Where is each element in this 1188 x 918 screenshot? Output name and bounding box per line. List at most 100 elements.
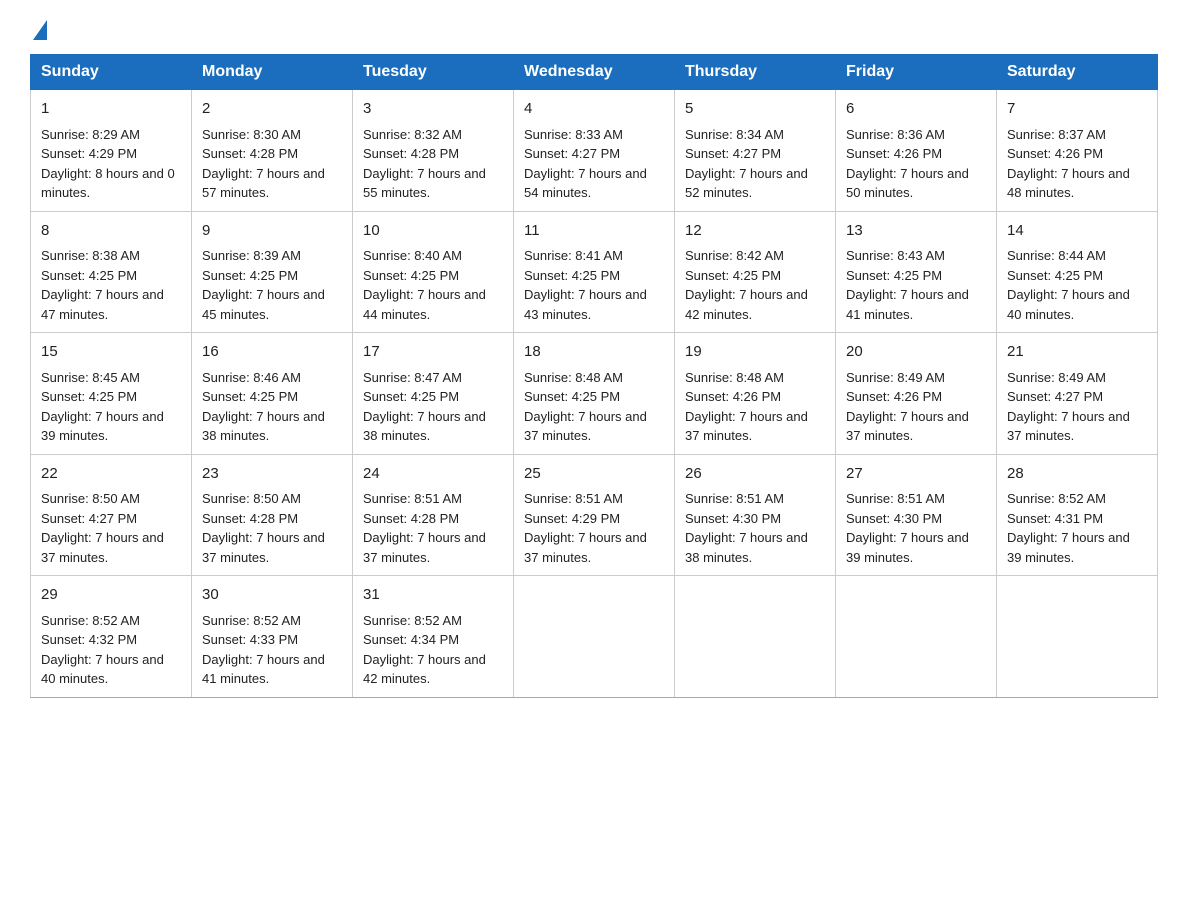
sunset-label: Sunset: 4:28 PM xyxy=(202,146,298,161)
logo xyxy=(30,20,47,38)
sunrise-label: Sunrise: 8:52 AM xyxy=(202,613,301,628)
calendar-day-header: Saturday xyxy=(997,55,1158,90)
day-number: 6 xyxy=(846,98,986,121)
sunrise-label: Sunrise: 8:40 AM xyxy=(363,248,462,263)
daylight-label: Daylight: 7 hours and 42 minutes. xyxy=(363,652,486,687)
calendar-day-header: Sunday xyxy=(31,55,192,90)
calendar-cell: 8 Sunrise: 8:38 AM Sunset: 4:25 PM Dayli… xyxy=(31,211,192,333)
daylight-label: Daylight: 7 hours and 37 minutes. xyxy=(685,409,808,444)
calendar-cell: 5 Sunrise: 8:34 AM Sunset: 4:27 PM Dayli… xyxy=(675,90,836,212)
calendar-cell: 9 Sunrise: 8:39 AM Sunset: 4:25 PM Dayli… xyxy=(192,211,353,333)
sunset-label: Sunset: 4:33 PM xyxy=(202,632,298,647)
daylight-label: Daylight: 7 hours and 52 minutes. xyxy=(685,166,808,201)
calendar-week-row: 29 Sunrise: 8:52 AM Sunset: 4:32 PM Dayl… xyxy=(31,576,1158,698)
daylight-label: Daylight: 7 hours and 41 minutes. xyxy=(202,652,325,687)
calendar-cell: 30 Sunrise: 8:52 AM Sunset: 4:33 PM Dayl… xyxy=(192,576,353,698)
daylight-label: Daylight: 7 hours and 47 minutes. xyxy=(41,287,164,322)
sunset-label: Sunset: 4:27 PM xyxy=(685,146,781,161)
page-header xyxy=(30,20,1158,38)
calendar-cell: 31 Sunrise: 8:52 AM Sunset: 4:34 PM Dayl… xyxy=(353,576,514,698)
day-number: 30 xyxy=(202,584,342,607)
daylight-label: Daylight: 7 hours and 40 minutes. xyxy=(1007,287,1130,322)
calendar-cell: 21 Sunrise: 8:49 AM Sunset: 4:27 PM Dayl… xyxy=(997,333,1158,455)
calendar-week-row: 1 Sunrise: 8:29 AM Sunset: 4:29 PM Dayli… xyxy=(31,90,1158,212)
calendar-day-header: Friday xyxy=(836,55,997,90)
sunset-label: Sunset: 4:25 PM xyxy=(363,389,459,404)
day-number: 22 xyxy=(41,463,181,486)
sunset-label: Sunset: 4:34 PM xyxy=(363,632,459,647)
daylight-label: Daylight: 7 hours and 50 minutes. xyxy=(846,166,969,201)
calendar-cell: 3 Sunrise: 8:32 AM Sunset: 4:28 PM Dayli… xyxy=(353,90,514,212)
daylight-label: Daylight: 7 hours and 44 minutes. xyxy=(363,287,486,322)
calendar-cell: 29 Sunrise: 8:52 AM Sunset: 4:32 PM Dayl… xyxy=(31,576,192,698)
daylight-label: Daylight: 7 hours and 54 minutes. xyxy=(524,166,647,201)
sunrise-label: Sunrise: 8:37 AM xyxy=(1007,127,1106,142)
daylight-label: Daylight: 7 hours and 37 minutes. xyxy=(363,530,486,565)
sunrise-label: Sunrise: 8:47 AM xyxy=(363,370,462,385)
sunrise-label: Sunrise: 8:49 AM xyxy=(1007,370,1106,385)
day-number: 8 xyxy=(41,220,181,243)
calendar-cell: 26 Sunrise: 8:51 AM Sunset: 4:30 PM Dayl… xyxy=(675,454,836,576)
day-number: 25 xyxy=(524,463,664,486)
sunset-label: Sunset: 4:28 PM xyxy=(202,511,298,526)
calendar-cell: 12 Sunrise: 8:42 AM Sunset: 4:25 PM Dayl… xyxy=(675,211,836,333)
sunset-label: Sunset: 4:25 PM xyxy=(1007,268,1103,283)
sunrise-label: Sunrise: 8:49 AM xyxy=(846,370,945,385)
day-number: 27 xyxy=(846,463,986,486)
calendar-table: SundayMondayTuesdayWednesdayThursdayFrid… xyxy=(30,54,1158,698)
calendar-cell: 6 Sunrise: 8:36 AM Sunset: 4:26 PM Dayli… xyxy=(836,90,997,212)
sunset-label: Sunset: 4:27 PM xyxy=(524,146,620,161)
sunset-label: Sunset: 4:27 PM xyxy=(1007,389,1103,404)
day-number: 13 xyxy=(846,220,986,243)
day-number: 26 xyxy=(685,463,825,486)
daylight-label: Daylight: 7 hours and 41 minutes. xyxy=(846,287,969,322)
day-number: 3 xyxy=(363,98,503,121)
sunset-label: Sunset: 4:25 PM xyxy=(685,268,781,283)
day-number: 12 xyxy=(685,220,825,243)
sunrise-label: Sunrise: 8:30 AM xyxy=(202,127,301,142)
sunrise-label: Sunrise: 8:44 AM xyxy=(1007,248,1106,263)
daylight-label: Daylight: 7 hours and 42 minutes. xyxy=(685,287,808,322)
calendar-cell: 1 Sunrise: 8:29 AM Sunset: 4:29 PM Dayli… xyxy=(31,90,192,212)
calendar-header-row: SundayMondayTuesdayWednesdayThursdayFrid… xyxy=(31,55,1158,90)
sunset-label: Sunset: 4:25 PM xyxy=(41,268,137,283)
sunrise-label: Sunrise: 8:32 AM xyxy=(363,127,462,142)
sunrise-label: Sunrise: 8:51 AM xyxy=(363,491,462,506)
calendar-cell: 18 Sunrise: 8:48 AM Sunset: 4:25 PM Dayl… xyxy=(514,333,675,455)
daylight-label: Daylight: 7 hours and 45 minutes. xyxy=(202,287,325,322)
sunrise-label: Sunrise: 8:48 AM xyxy=(524,370,623,385)
sunset-label: Sunset: 4:30 PM xyxy=(685,511,781,526)
calendar-cell xyxy=(997,576,1158,698)
sunrise-label: Sunrise: 8:51 AM xyxy=(846,491,945,506)
day-number: 31 xyxy=(363,584,503,607)
day-number: 11 xyxy=(524,220,664,243)
daylight-label: Daylight: 7 hours and 37 minutes. xyxy=(1007,409,1130,444)
calendar-day-header: Wednesday xyxy=(514,55,675,90)
daylight-label: Daylight: 7 hours and 39 minutes. xyxy=(846,530,969,565)
calendar-cell: 17 Sunrise: 8:47 AM Sunset: 4:25 PM Dayl… xyxy=(353,333,514,455)
daylight-label: Daylight: 7 hours and 38 minutes. xyxy=(685,530,808,565)
sunrise-label: Sunrise: 8:42 AM xyxy=(685,248,784,263)
sunrise-label: Sunrise: 8:50 AM xyxy=(202,491,301,506)
calendar-cell: 19 Sunrise: 8:48 AM Sunset: 4:26 PM Dayl… xyxy=(675,333,836,455)
daylight-label: Daylight: 7 hours and 48 minutes. xyxy=(1007,166,1130,201)
sunrise-label: Sunrise: 8:36 AM xyxy=(846,127,945,142)
calendar-week-row: 22 Sunrise: 8:50 AM Sunset: 4:27 PM Dayl… xyxy=(31,454,1158,576)
sunset-label: Sunset: 4:25 PM xyxy=(524,389,620,404)
day-number: 10 xyxy=(363,220,503,243)
daylight-label: Daylight: 7 hours and 37 minutes. xyxy=(41,530,164,565)
sunset-label: Sunset: 4:25 PM xyxy=(41,389,137,404)
day-number: 19 xyxy=(685,341,825,364)
day-number: 15 xyxy=(41,341,181,364)
sunset-label: Sunset: 4:25 PM xyxy=(363,268,459,283)
sunrise-label: Sunrise: 8:34 AM xyxy=(685,127,784,142)
day-number: 5 xyxy=(685,98,825,121)
calendar-week-row: 8 Sunrise: 8:38 AM Sunset: 4:25 PM Dayli… xyxy=(31,211,1158,333)
daylight-label: Daylight: 7 hours and 40 minutes. xyxy=(41,652,164,687)
daylight-label: Daylight: 7 hours and 37 minutes. xyxy=(524,409,647,444)
calendar-cell xyxy=(514,576,675,698)
day-number: 20 xyxy=(846,341,986,364)
calendar-day-header: Thursday xyxy=(675,55,836,90)
calendar-cell: 13 Sunrise: 8:43 AM Sunset: 4:25 PM Dayl… xyxy=(836,211,997,333)
day-number: 18 xyxy=(524,341,664,364)
